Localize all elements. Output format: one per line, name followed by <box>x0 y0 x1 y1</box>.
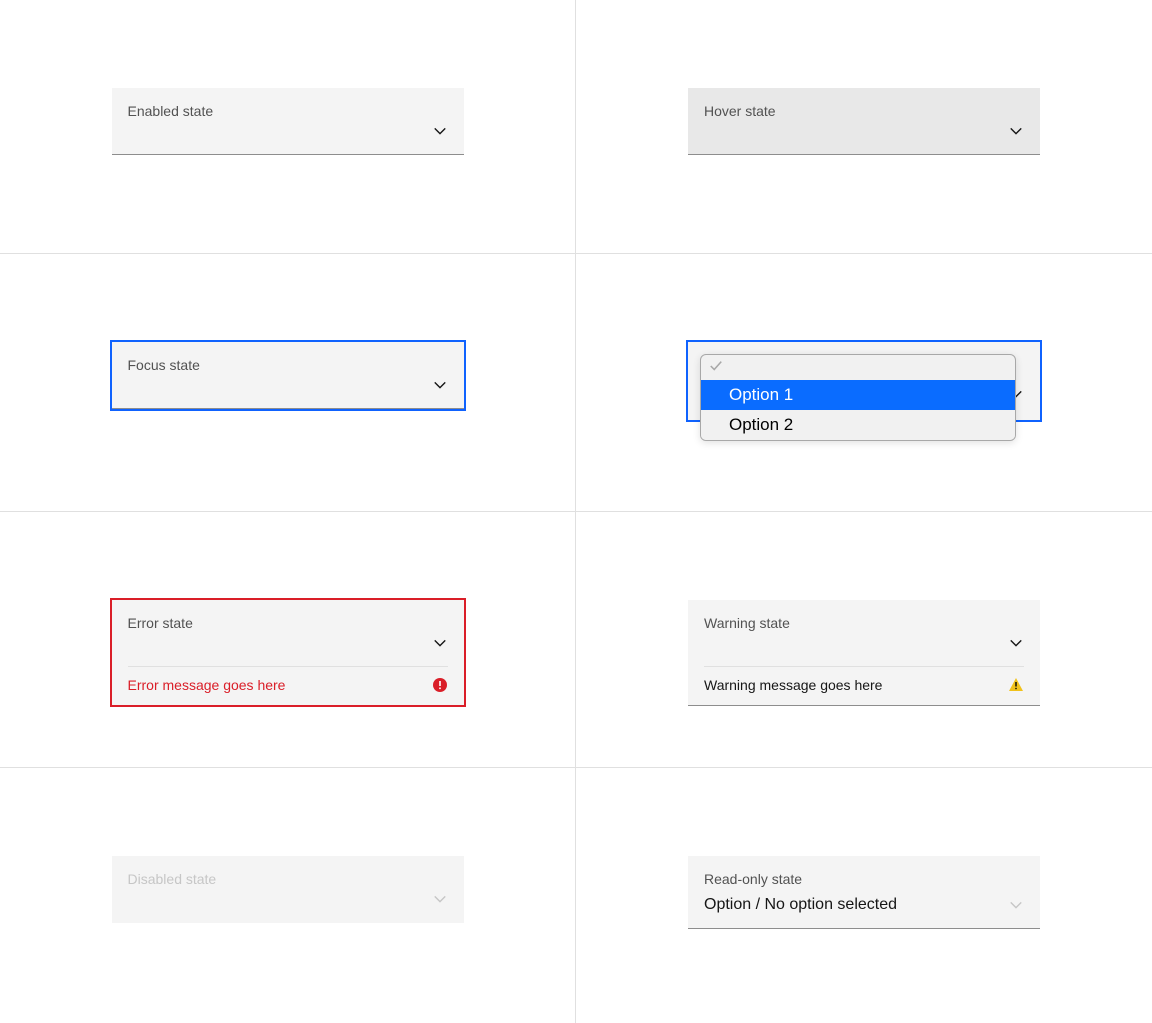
warning-message: Warning message goes here <box>704 677 882 693</box>
chevron-down-icon <box>432 891 448 907</box>
chevron-down-icon <box>432 377 448 393</box>
dropdown-menu: Option 1 Option 2 <box>700 354 1016 441</box>
warning-icon <box>1008 677 1024 693</box>
dropdown-error[interactable]: Error state Error message goes here <box>112 600 464 705</box>
cell-error-state: Error state Error message goes here <box>0 512 576 768</box>
check-icon <box>701 355 1015 380</box>
dropdown-label: Hover state <box>688 88 1040 122</box>
chevron-down-icon <box>1008 897 1024 913</box>
cell-open-state: Option 1 Option 2 <box>576 254 1152 512</box>
menu-option-2[interactable]: Option 2 <box>701 410 1015 440</box>
chevron-down-icon <box>1008 123 1024 139</box>
dropdown-hover[interactable]: Hover state <box>688 88 1040 155</box>
chevron-down-icon <box>432 635 448 651</box>
dropdown-label: Error state <box>112 600 464 634</box>
error-message: Error message goes here <box>128 677 286 693</box>
cell-readonly-state: Read-only state Option / No option selec… <box>576 768 1152 1023</box>
dropdown-enabled[interactable]: Enabled state <box>112 88 464 155</box>
cell-focus-state: Focus state <box>0 254 576 512</box>
dropdown-label: Warning state <box>688 600 1040 634</box>
dropdown-warning[interactable]: Warning state Warning message goes here <box>688 600 1040 706</box>
cell-disabled-state: Disabled state <box>0 768 576 1023</box>
dropdown-focus[interactable]: Focus state <box>112 342 464 409</box>
dropdown-disabled: Disabled state <box>112 856 464 923</box>
dropdown-label: Read-only state <box>688 856 1040 890</box>
dropdown-value: Option / No option selected <box>704 896 897 914</box>
cell-hover-state: Hover state <box>576 0 1152 254</box>
dropdown-label: Focus state <box>112 342 464 376</box>
cell-warning-state: Warning state Warning message goes here <box>576 512 1152 768</box>
menu-option-1[interactable]: Option 1 <box>701 380 1015 410</box>
error-icon <box>432 677 448 693</box>
chevron-down-icon <box>432 123 448 139</box>
cell-enabled-state: Enabled state <box>0 0 576 254</box>
chevron-down-icon <box>1008 635 1024 651</box>
dropdown-label: Enabled state <box>112 88 464 122</box>
dropdown-label: Disabled state <box>112 856 464 890</box>
dropdown-readonly: Read-only state Option / No option selec… <box>688 856 1040 929</box>
